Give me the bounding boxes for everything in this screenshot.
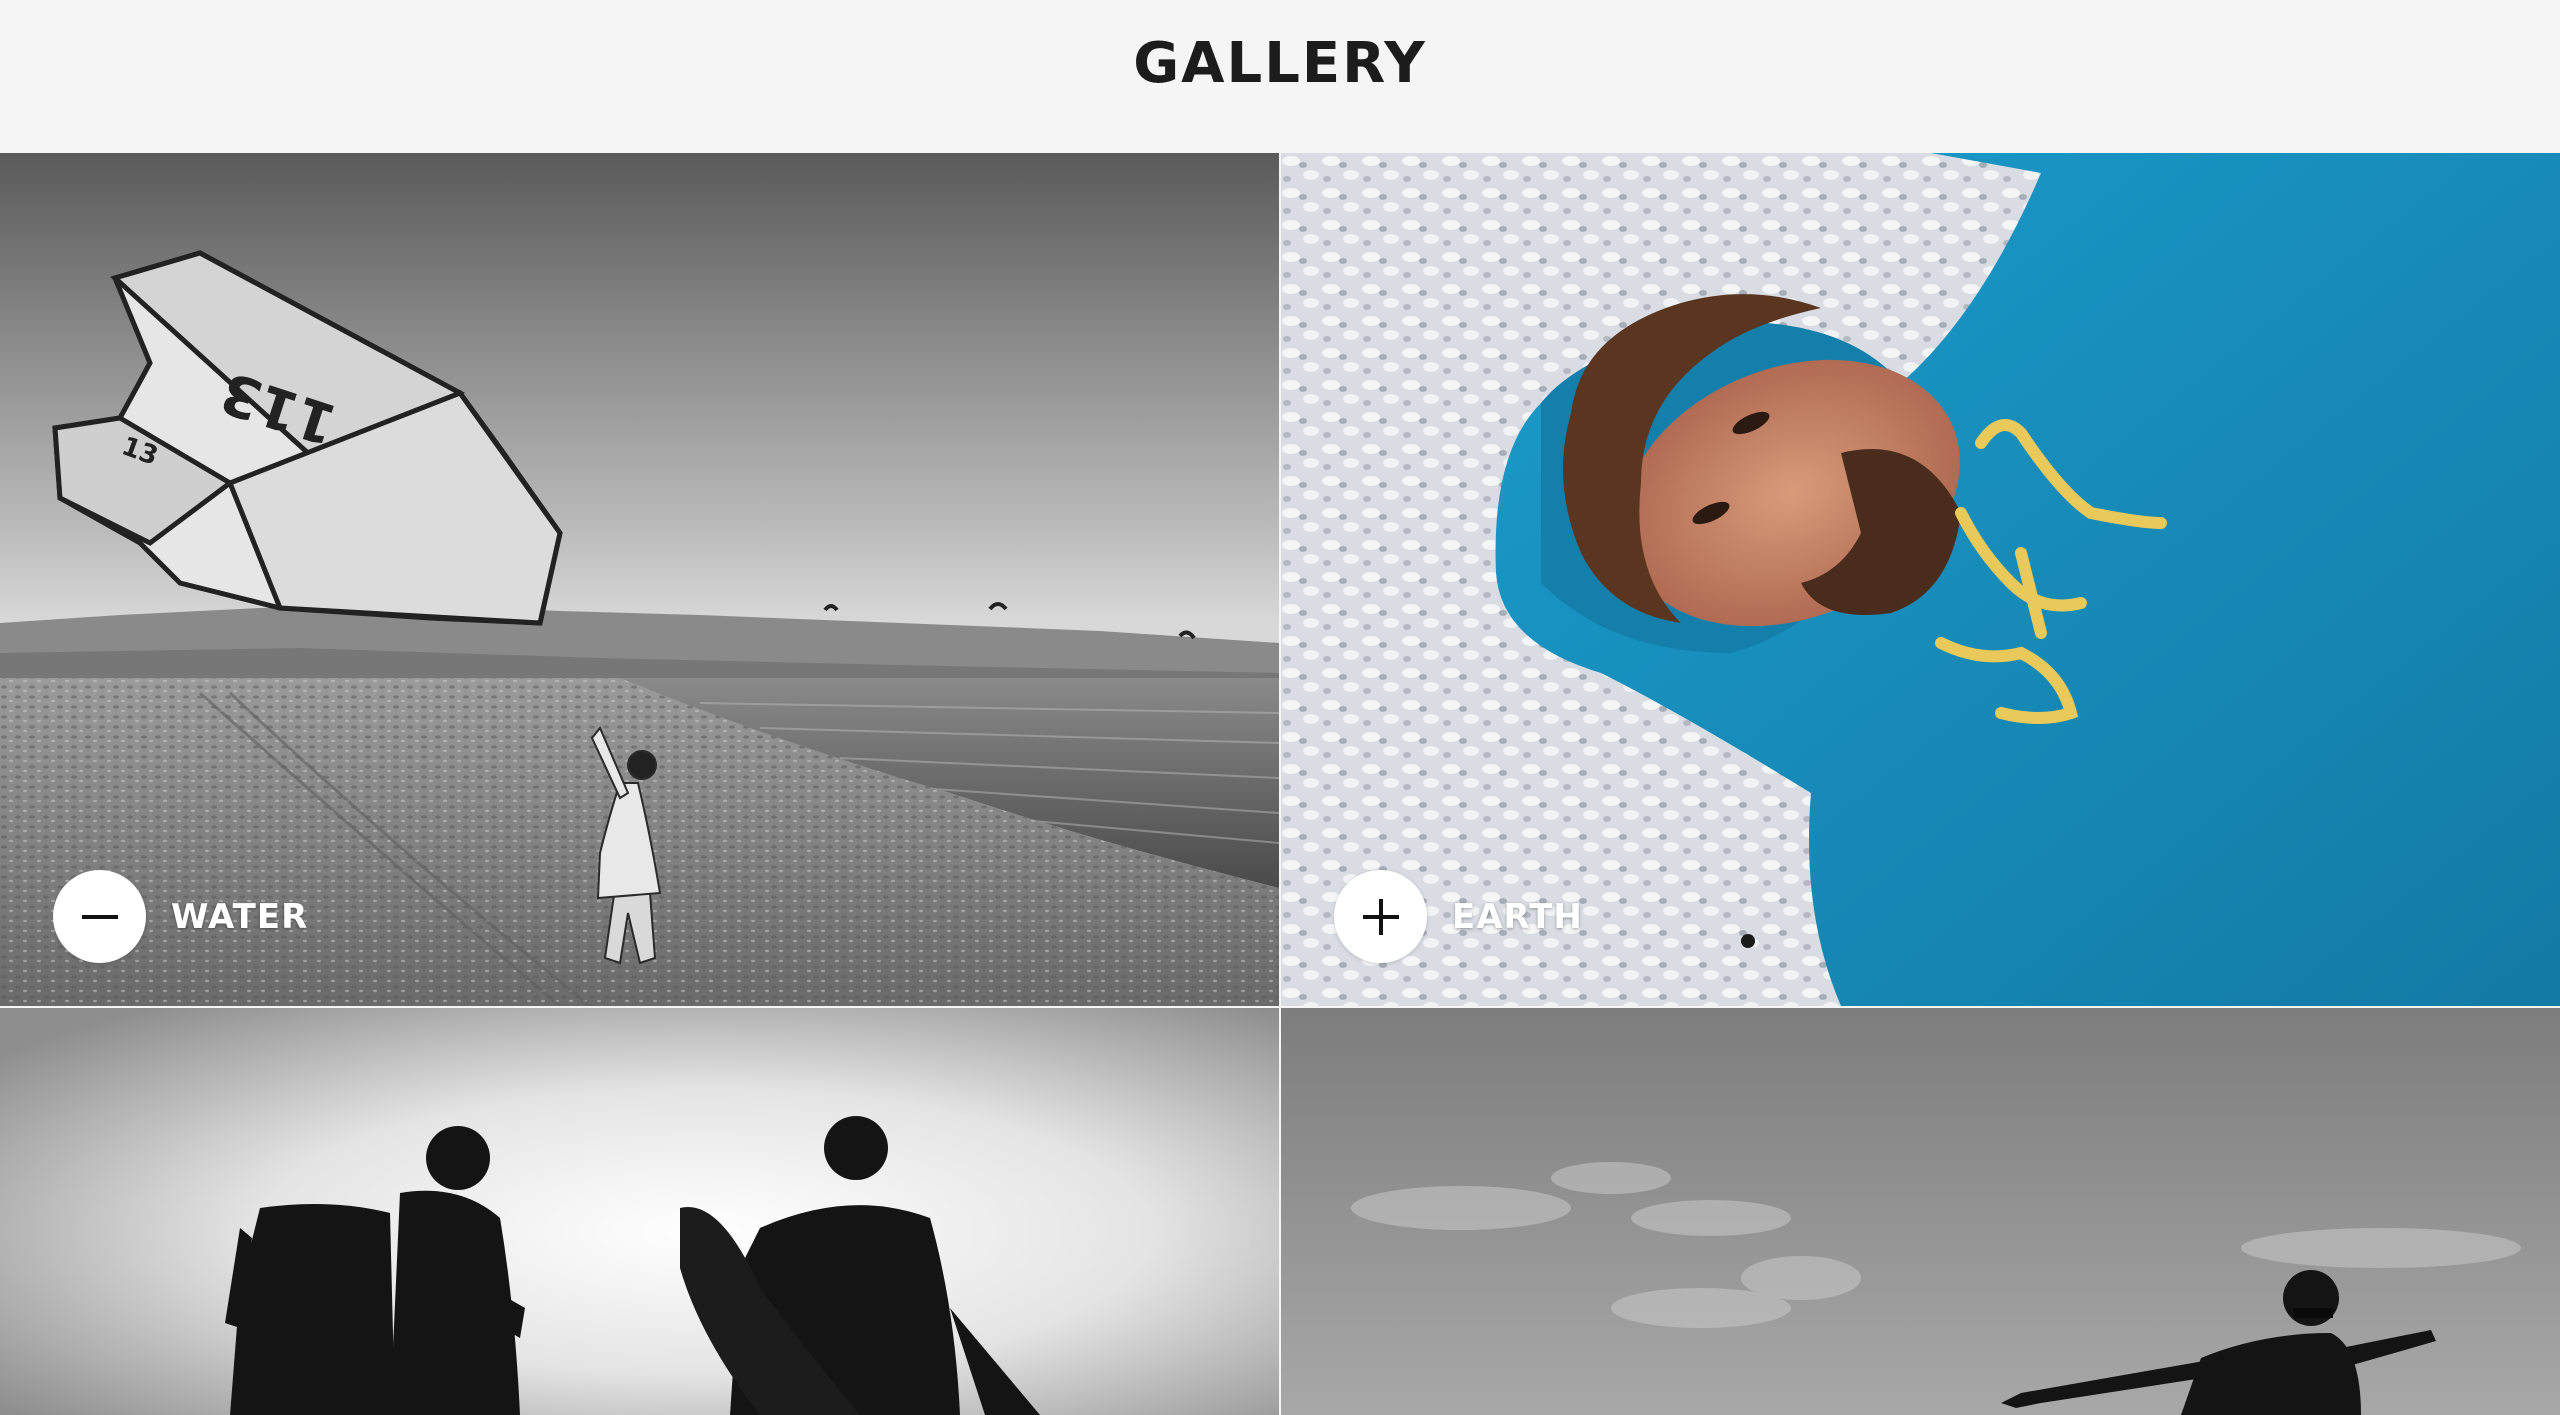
silhouettes-photo bbox=[0, 1008, 1279, 1415]
tile-label-earth[interactable]: EARTH bbox=[1452, 897, 1583, 937]
expand-button[interactable] bbox=[1334, 870, 1427, 963]
gallery-tile-sky[interactable] bbox=[1281, 1008, 2560, 1415]
plus-icon bbox=[1362, 898, 1399, 935]
gallery-tile-silhouettes[interactable] bbox=[0, 1008, 1279, 1415]
gallery-tile-earth[interactable]: EARTH bbox=[1281, 153, 2560, 1006]
collapse-button[interactable] bbox=[53, 870, 146, 963]
tile-label-water[interactable]: WATER bbox=[171, 897, 308, 937]
water-toggle[interactable]: WATER bbox=[53, 870, 308, 963]
page-title: GALLERY bbox=[1133, 31, 1427, 96]
gallery-header: GALLERY bbox=[0, 0, 2560, 153]
gallery-tile-water[interactable]: 113 13 WATER bbox=[0, 153, 1279, 1006]
earth-toggle[interactable]: EARTH bbox=[1334, 870, 1583, 963]
sky-photo bbox=[1281, 1008, 2560, 1415]
minus-icon bbox=[81, 914, 118, 919]
